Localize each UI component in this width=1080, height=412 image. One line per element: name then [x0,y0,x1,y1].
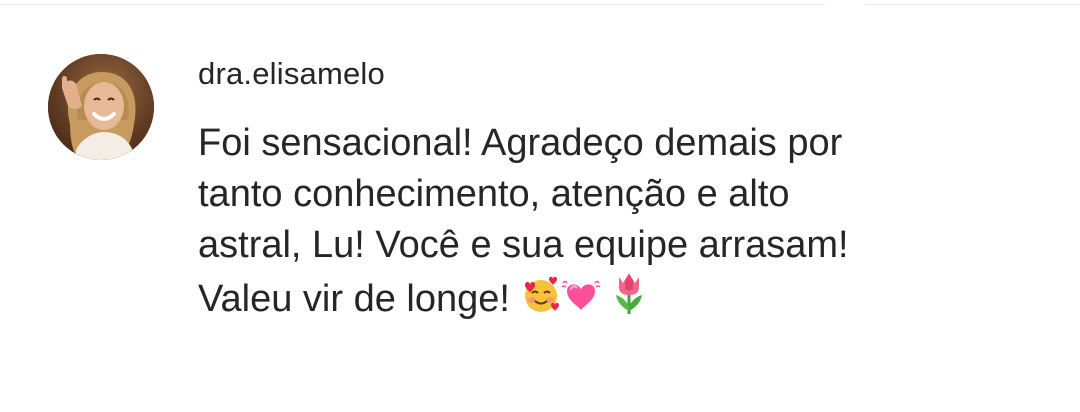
comment-body: dra.elisamelo Foi sensacional! Agradeço … [198,56,938,325]
comment: dra.elisamelo Foi sensacional! Agradeço … [48,54,1050,325]
comment-line: tanto conhecimento, atenção e alto [198,173,790,215]
growing-heart-icon [560,275,601,315]
comment-line: astral, Lu! Você e sua equipe arrasam! [198,224,849,266]
avatar-photo [48,54,154,160]
comment-line: Valeu vir de longe! [198,278,510,320]
avatar[interactable] [48,54,154,160]
username[interactable]: dra.elisamelo [198,56,938,92]
top-divider [0,4,1080,5]
tulip-icon [611,271,647,315]
smiling-face-with-hearts-icon [521,275,561,315]
comment-line: Foi sensacional! Agradeço demais por [198,122,843,164]
comment-text: Foi sensacional! Agradeço demais por tant… [198,118,938,325]
